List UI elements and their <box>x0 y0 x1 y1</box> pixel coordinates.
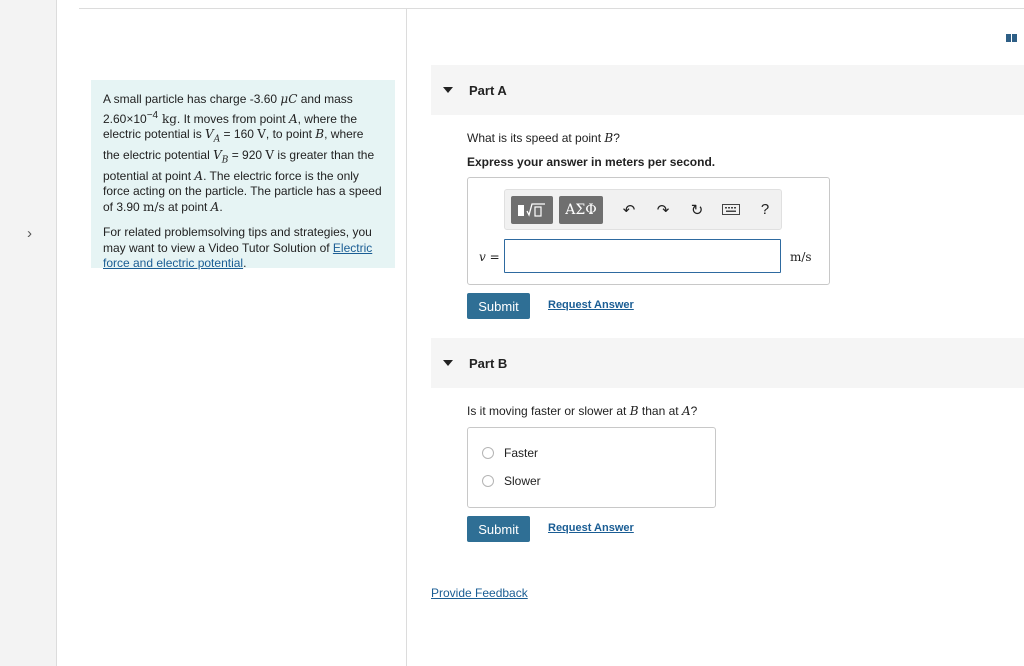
option-slower[interactable]: Slower <box>482 474 541 488</box>
part-a-question: What is its speed at point B? <box>467 131 620 145</box>
part-b-question: Is it moving faster or slower at B than … <box>467 404 698 418</box>
page: › A small particle has charge -3.60 μC a… <box>0 0 1024 666</box>
help-icon[interactable]: ? <box>751 196 779 224</box>
unit-label: m/s <box>790 250 812 264</box>
math-toolbar: ΑΣΦ ↶ ↷ ↻ ? <box>504 189 782 230</box>
variable-label: v = <box>479 250 500 264</box>
answer-input[interactable] <box>504 239 781 273</box>
column-divider <box>406 9 407 666</box>
radio-faster[interactable] <box>482 447 494 459</box>
radio-slower[interactable] <box>482 475 494 487</box>
problem-intro: A small particle has charge -3.60 μC and… <box>91 80 395 270</box>
problem-statement: A small particle has charge -3.60 μC and… <box>103 92 382 214</box>
book-icon[interactable] <box>1006 29 1020 42</box>
answer-box: ΑΣΦ ↶ ↷ ↻ ? v = m/s <box>467 177 830 285</box>
part-a-instruction: Express your answer in meters per second… <box>467 155 716 169</box>
reset-icon[interactable]: ↻ <box>683 196 711 224</box>
caret-down-icon[interactable] <box>443 360 453 366</box>
tutor-hint: For related problemsolving tips and stra… <box>103 225 373 271</box>
part-a-title: Part A <box>469 82 507 98</box>
chevron-right-icon[interactable]: › <box>27 225 32 242</box>
redo-icon[interactable]: ↷ <box>649 196 677 224</box>
greek-button[interactable]: ΑΣΦ <box>559 195 603 224</box>
part-b-request-answer-link[interactable]: Request Answer <box>548 522 634 534</box>
part-a-header[interactable]: Part A <box>431 65 1024 115</box>
part-b-header[interactable]: Part B <box>431 338 1024 388</box>
undo-icon[interactable]: ↶ <box>615 196 643 224</box>
option-faster[interactable]: Faster <box>482 446 538 460</box>
top-divider <box>79 8 1024 9</box>
caret-down-icon[interactable] <box>443 87 453 93</box>
part-b-submit-button[interactable]: Submit <box>467 516 530 542</box>
templates-button[interactable] <box>511 195 553 224</box>
part-a-request-answer-link[interactable]: Request Answer <box>548 299 634 311</box>
option-label: Faster <box>504 446 539 460</box>
part-b-title: Part B <box>469 355 508 371</box>
provide-feedback-link[interactable]: Provide Feedback <box>431 586 528 600</box>
keyboard-glyph <box>722 204 740 215</box>
keyboard-icon[interactable] <box>717 196 745 224</box>
part-a-submit-button[interactable]: Submit <box>467 293 530 319</box>
choice-box: Faster Slower <box>467 427 716 508</box>
left-rail: › <box>0 0 57 666</box>
option-label: Slower <box>504 474 541 488</box>
templates-icon <box>518 202 545 217</box>
